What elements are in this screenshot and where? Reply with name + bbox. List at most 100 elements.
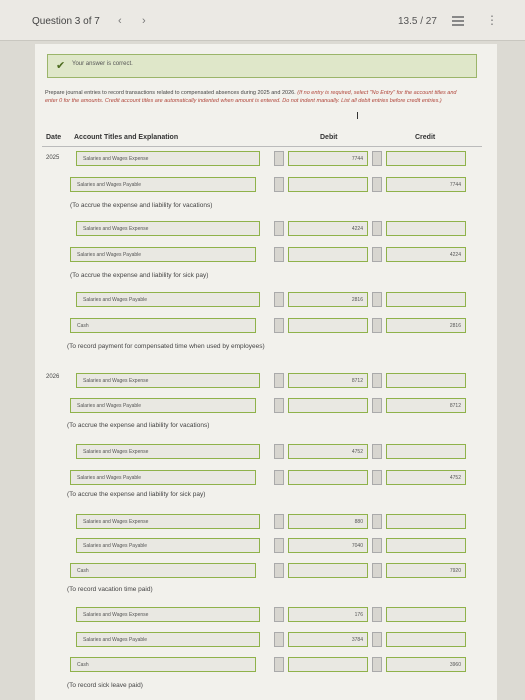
instructions-main: Prepare journal entries to record transa… <box>45 90 296 96</box>
debit-field[interactable] <box>288 398 368 413</box>
list-icon[interactable] <box>452 16 464 26</box>
amount-spacer <box>274 657 284 672</box>
date-2026: 2026 <box>46 374 60 380</box>
account-title-field[interactable]: Salaries and Wages Payable <box>76 538 260 553</box>
credit-field[interactable] <box>386 444 466 459</box>
more-options-icon[interactable]: ⋮ <box>486 13 498 27</box>
prev-question-button[interactable]: ‹ <box>118 15 122 27</box>
account-title-field[interactable]: Salaries and Wages Payable <box>70 470 256 485</box>
account-title-field[interactable]: Salaries and Wages Expense <box>76 444 260 459</box>
debit-field[interactable] <box>288 470 368 485</box>
amount-spacer <box>274 247 284 262</box>
amount-spacer <box>372 373 382 388</box>
amount-spacer <box>372 292 382 307</box>
account-title-field[interactable]: Salaries and Wages Expense <box>76 373 260 388</box>
debit-field[interactable]: 8712 <box>288 373 368 388</box>
account-title-field[interactable]: Salaries and Wages Expense <box>76 607 260 622</box>
amount-spacer <box>372 470 382 485</box>
amount-spacer <box>372 398 382 413</box>
debit-field[interactable]: 2816 <box>288 292 368 307</box>
debit-field[interactable] <box>288 177 368 192</box>
amount-spacer <box>274 373 284 388</box>
credit-field[interactable]: 2816 <box>386 318 466 333</box>
amount-spacer <box>274 292 284 307</box>
debit-field[interactable]: 4752 <box>288 444 368 459</box>
amount-spacer <box>274 470 284 485</box>
amount-spacer <box>274 514 284 529</box>
amount-spacer <box>274 563 284 578</box>
debit-field[interactable]: 4224 <box>288 221 368 236</box>
account-title-field[interactable]: Cash <box>70 563 256 578</box>
amount-spacer <box>274 607 284 622</box>
entry-explanation: (To record vacation time paid) <box>67 586 153 593</box>
account-title-field[interactable]: Salaries and Wages Expense <box>76 151 260 166</box>
debit-field[interactable]: 176 <box>288 607 368 622</box>
score-display: 13.5 / 27 <box>398 16 437 27</box>
entry-explanation: (To record payment for compensated time … <box>67 343 265 350</box>
amount-spacer <box>372 151 382 166</box>
credit-field[interactable] <box>386 151 466 166</box>
amount-spacer <box>372 657 382 672</box>
amount-spacer <box>274 444 284 459</box>
credit-field[interactable] <box>386 373 466 388</box>
credit-field[interactable]: 4224 <box>386 247 466 262</box>
amount-spacer <box>372 444 382 459</box>
account-title-field[interactable]: Salaries and Wages Payable <box>76 292 260 307</box>
amount-spacer <box>372 607 382 622</box>
column-header-date: Date <box>46 134 62 141</box>
correct-answer-banner: ✔ Your answer is correct. <box>47 54 477 78</box>
amount-spacer <box>372 514 382 529</box>
debit-field[interactable] <box>288 318 368 333</box>
credit-field[interactable] <box>386 292 466 307</box>
entry-explanation: (To accrue the expense and liability for… <box>67 422 210 429</box>
credit-field[interactable]: 3960 <box>386 657 466 672</box>
debit-field[interactable] <box>288 563 368 578</box>
debit-field[interactable] <box>288 247 368 262</box>
account-title-field[interactable]: Salaries and Wages Payable <box>70 177 256 192</box>
credit-field[interactable] <box>386 514 466 529</box>
amount-spacer <box>274 632 284 647</box>
amount-spacer <box>274 538 284 553</box>
account-title-field[interactable]: Salaries and Wages Payable <box>70 398 256 413</box>
debit-field[interactable]: 3784 <box>288 632 368 647</box>
credit-field[interactable] <box>386 538 466 553</box>
debit-field[interactable] <box>288 657 368 672</box>
amount-spacer <box>372 538 382 553</box>
question-title: Question 3 of 7 <box>32 16 100 27</box>
amount-spacer <box>274 177 284 192</box>
credit-field[interactable]: 7744 <box>386 177 466 192</box>
header-divider <box>42 146 482 147</box>
credit-field[interactable] <box>386 221 466 236</box>
date-2025: 2025 <box>46 155 60 161</box>
column-header-debit: Debit <box>320 134 338 141</box>
credit-field[interactable]: 7920 <box>386 563 466 578</box>
amount-spacer <box>274 398 284 413</box>
amount-spacer <box>372 221 382 236</box>
credit-field[interactable]: 4752 <box>386 470 466 485</box>
amount-spacer <box>372 247 382 262</box>
account-title-field[interactable]: Salaries and Wages Payable <box>70 247 256 262</box>
account-title-field[interactable]: Salaries and Wages Expense <box>76 514 260 529</box>
entry-explanation: (To record sick leave paid) <box>67 682 143 689</box>
top-bar: Question 3 of 7 ‹ › 13.5 / 27 ⋮ <box>0 0 525 41</box>
column-header-account: Account Titles and Explanation <box>74 134 179 141</box>
column-header-credit: Credit <box>415 134 436 141</box>
question-panel <box>35 44 497 700</box>
credit-field[interactable] <box>386 632 466 647</box>
account-title-field[interactable]: Salaries and Wages Payable <box>76 632 260 647</box>
next-question-button[interactable]: › <box>142 15 146 27</box>
account-title-field[interactable]: Cash <box>70 318 256 333</box>
entry-explanation: (To accrue the expense and liability for… <box>70 202 213 209</box>
credit-field[interactable] <box>386 607 466 622</box>
entry-explanation: (To accrue the expense and liability for… <box>70 272 209 279</box>
account-title-field[interactable]: Cash <box>70 657 256 672</box>
banner-text: Your answer is correct. <box>72 61 133 67</box>
debit-field[interactable]: 7040 <box>288 538 368 553</box>
amount-spacer <box>274 151 284 166</box>
amount-spacer <box>372 318 382 333</box>
entry-explanation: (To accrue the expense and liability for… <box>67 491 206 498</box>
account-title-field[interactable]: Salaries and Wages Expense <box>76 221 260 236</box>
debit-field[interactable]: 7744 <box>288 151 368 166</box>
credit-field[interactable]: 8712 <box>386 398 466 413</box>
debit-field[interactable]: 880 <box>288 514 368 529</box>
